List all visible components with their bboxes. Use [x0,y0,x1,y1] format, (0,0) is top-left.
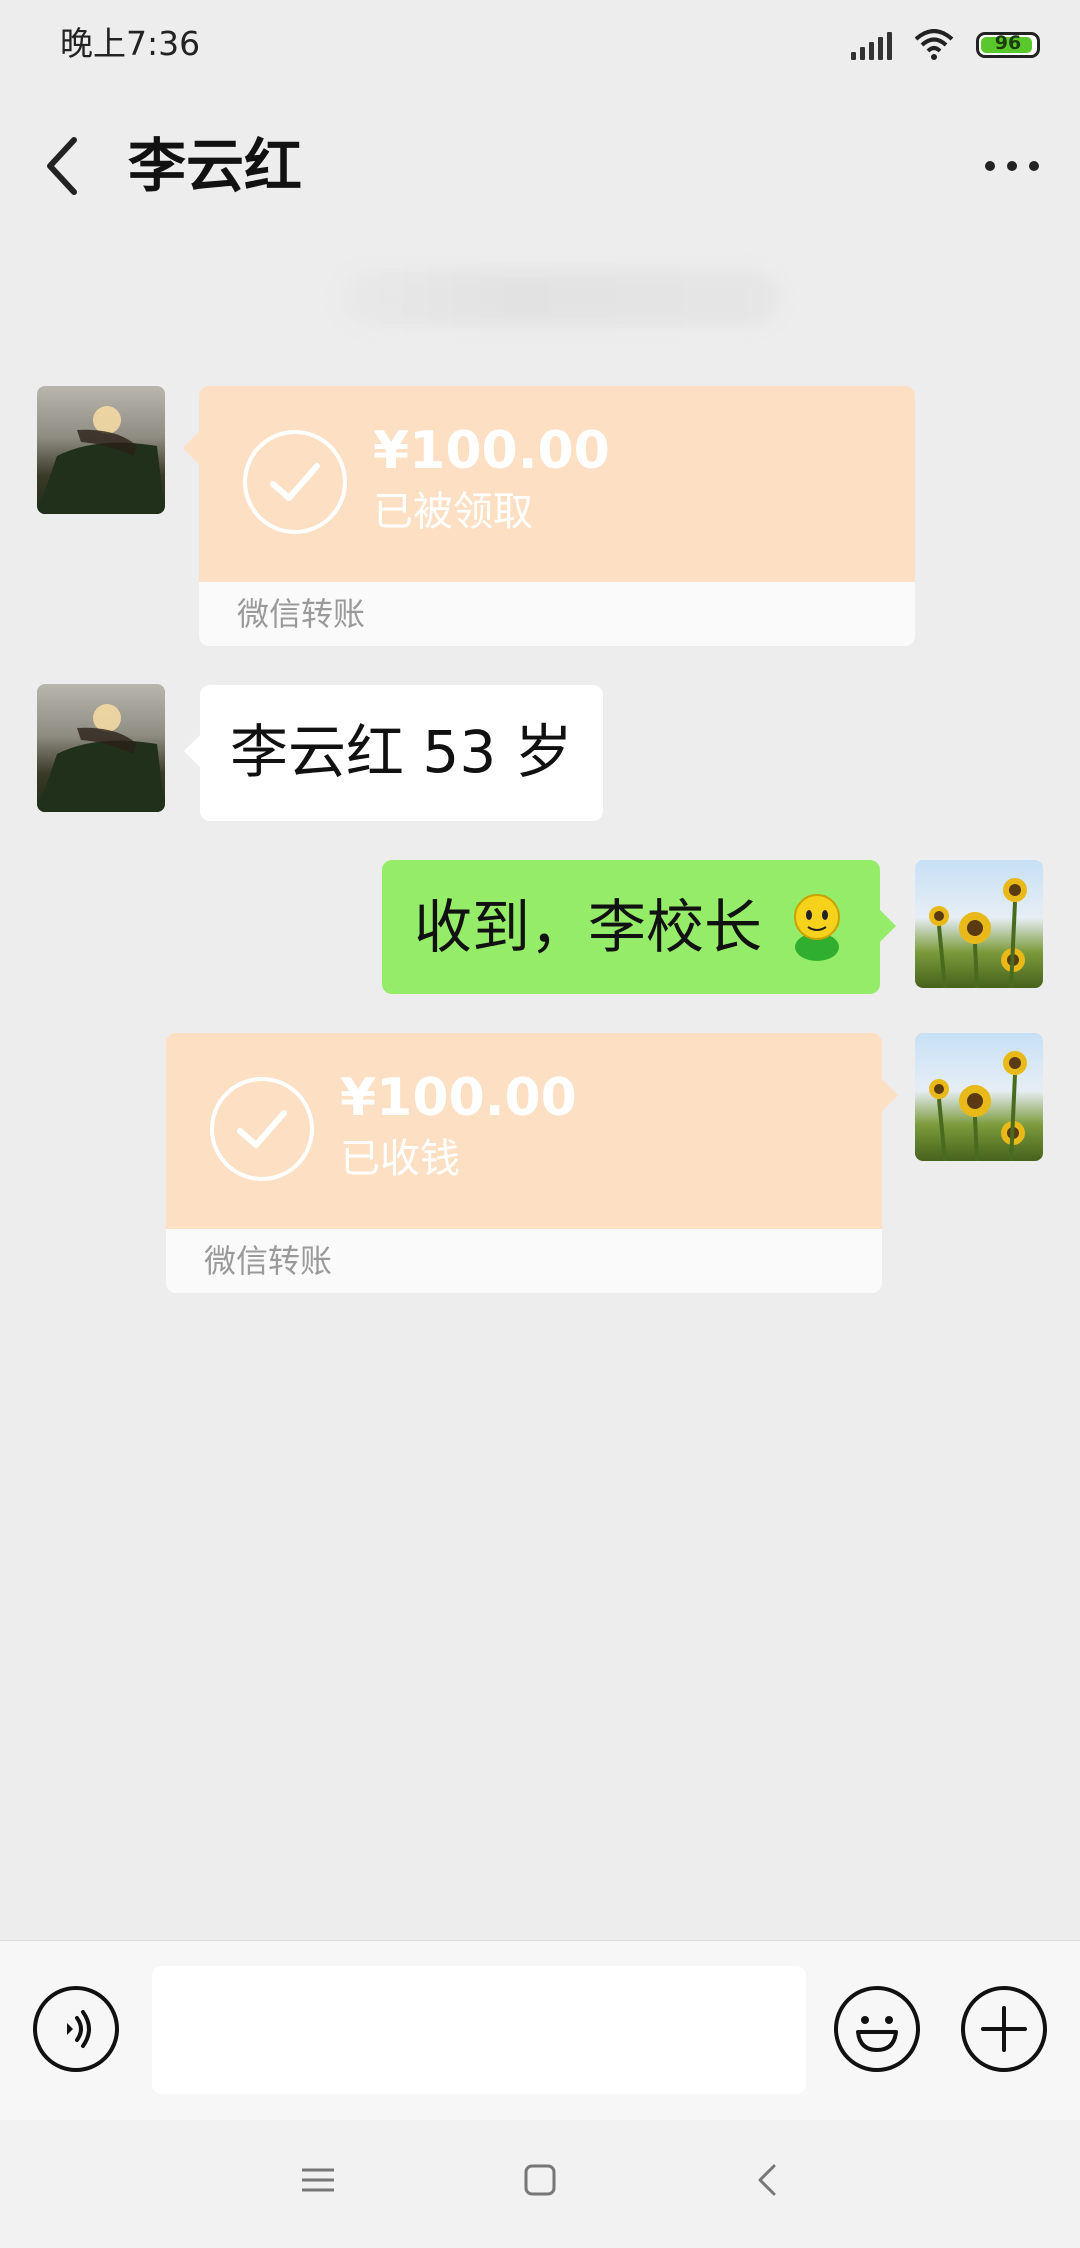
transfer-amount: ¥100.00 [340,1068,577,1128]
smiley-emoji-icon [784,891,850,963]
plus-icon [981,2006,1027,2052]
message-bubble-outgoing[interactable]: 收到，李校长 [381,860,896,994]
message-text: 收到，李校长 [413,893,762,961]
message-text: 李云红 53 岁 [230,718,573,786]
signal-icon [851,30,892,60]
message-bubble-incoming[interactable]: 李云红 53 岁 [184,685,603,821]
more-button[interactable] [972,130,1052,202]
voice-button[interactable] [33,1986,119,2072]
my-avatar[interactable] [915,860,1043,988]
home-button[interactable] [520,2160,560,2200]
transfer-amount: ¥100.00 [373,421,610,481]
battery-icon: 96 [976,32,1040,58]
back-icon [758,2164,776,2196]
status-time: 晚上7:36 [60,24,201,63]
home-icon [524,2164,556,2196]
message-input[interactable] [152,1966,806,2094]
nav-back-button[interactable] [748,2160,788,2200]
menu-button[interactable] [298,2160,338,2200]
transfer-label: 微信转账 [199,582,915,646]
more-dots-icon [985,161,995,171]
avatar-image [929,1051,1027,1161]
blurred-strip [340,270,780,326]
plus-button[interactable] [961,1986,1047,2072]
avatar-image [37,704,165,812]
voice-icon [67,2010,91,2048]
transfer-card-received[interactable]: ¥100.00 已被领取 微信转账 [183,386,915,646]
my-avatar[interactable] [915,1033,1043,1161]
transfer-card-sent[interactable]: ¥100.00 已收钱 微信转账 [166,1033,898,1293]
contact-avatar[interactable] [37,386,165,514]
check-circle-icon [243,430,347,534]
battery-level: 96 [994,32,1022,54]
contact-avatar[interactable] [37,684,165,812]
status-icons: 96 [851,24,1040,66]
transfer-status: 已被领取 [373,489,533,535]
transfer-label: 微信转账 [166,1229,882,1293]
back-button[interactable] [36,128,92,204]
menu-icon [302,2168,334,2192]
wifi-icon [914,29,954,60]
avatar-image [929,878,1027,988]
emoji-icon [856,2016,898,2052]
transfer-status: 已收钱 [340,1136,460,1182]
chevron-left-icon [47,137,77,195]
chat-title: 李云红 [128,132,303,200]
check-circle-icon [210,1077,314,1181]
emoji-button[interactable] [834,1986,920,2072]
avatar-image [37,406,165,514]
